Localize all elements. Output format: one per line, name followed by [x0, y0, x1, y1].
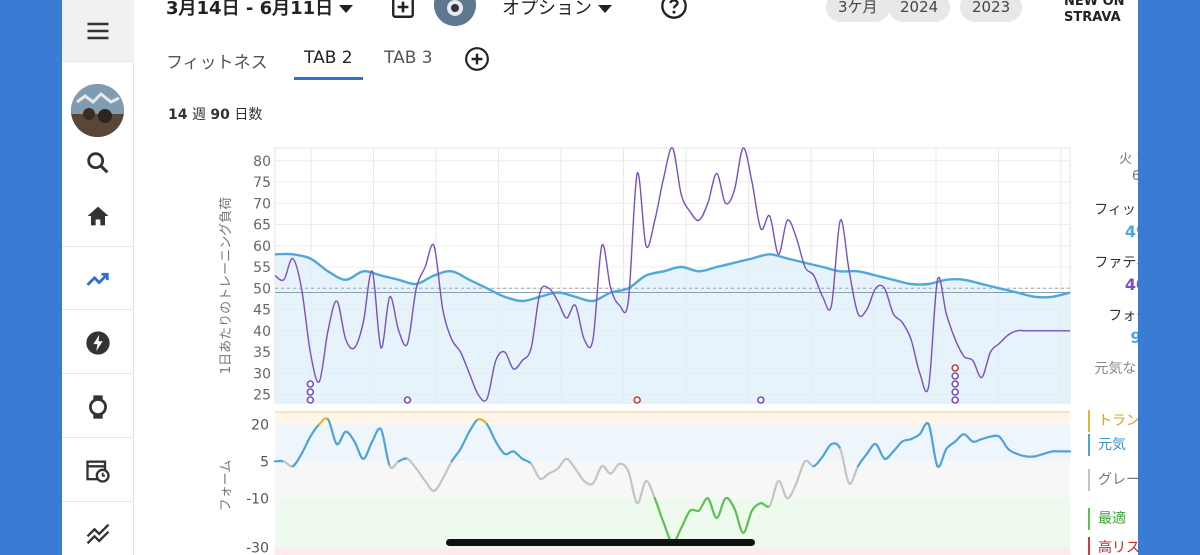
legend-fatigue-label: ファティーグ [1094, 255, 1138, 271]
y-tick-label: 40 [253, 324, 271, 340]
legend-fatigue-value: 40 [1125, 275, 1138, 294]
app-window: 3月14日 - 6月11日 オプション 3ケ月 2024 2023 NEW ON… [62, 0, 1138, 555]
legend-zone-label: 元気なゾーン [1094, 361, 1138, 377]
calendar-clock-icon [86, 460, 110, 483]
zone-label: 高リスク [1098, 539, 1138, 555]
zone-label-marker [1088, 469, 1090, 491]
activity-marker [306, 380, 315, 388]
y-tick-label: 70 [253, 196, 271, 212]
zone-label: 最適 [1098, 510, 1126, 527]
legend-form-label: フォーム [1108, 308, 1138, 324]
form-y-tick-label: -10 [246, 491, 269, 507]
y-tick-label: 65 [253, 218, 271, 234]
zone-label: グレーゾーン [1098, 472, 1138, 488]
search-icon [87, 152, 109, 174]
y-tick-label: 30 [253, 366, 271, 382]
legend-fitness-value: 49 [1125, 222, 1138, 241]
activity-marker [951, 364, 959, 372]
form-zone-band [275, 547, 1070, 555]
zone-label-marker [1088, 508, 1090, 530]
zone-label-marker [1088, 537, 1090, 555]
y-tick-label: 50 [253, 281, 271, 297]
form-line-segment [989, 434, 1001, 438]
y-tick-label: 60 [253, 239, 271, 255]
form-zone-band [275, 424, 1070, 462]
fitness-fatigue-chart[interactable]: 25 30 35 40 45 50 55 60 65 70 75 80 1日あたりのトレーニング負荷 [219, 147, 1071, 404]
y-tick-label: 80 [253, 154, 271, 170]
activity-marker [951, 388, 959, 396]
activity-marker [306, 396, 315, 404]
fitness-chart[interactable]: 2530354045505560657075801日あたりのトレーニング負荷 2… [124, 0, 1138, 555]
activity-marker [633, 396, 641, 404]
y-tick-label: 75 [253, 175, 271, 191]
y-tick-label: 35 [253, 345, 271, 361]
activity-marker [951, 372, 959, 380]
y-tick-label: 45 [253, 303, 271, 319]
trending-up-icon [86, 272, 109, 286]
zone-label-marker [1088, 410, 1090, 432]
zone-label: 元気 [1098, 437, 1126, 453]
legend-panel: 火 11 6 フィットネス 49 ファティーグ 40 フォーム 9 元気なゾーン [1094, 152, 1138, 377]
y-axis-label: 1日あたりのトレーニング負荷 [219, 197, 234, 374]
watch-icon [89, 394, 107, 419]
zone-label-marker [1088, 434, 1090, 456]
form-axis-label: フォーム [219, 460, 234, 512]
activity-marker [403, 396, 412, 404]
avatar[interactable] [71, 84, 124, 137]
form-chart[interactable]: 20 5 -10 -30 フォーム トランジション元気グレーゾーン最適高リスク [219, 410, 1138, 555]
zone-label: トランジション [1098, 413, 1138, 429]
legend-fitness-label: フィットネス [1094, 202, 1138, 218]
form-y-tick-label: -30 [246, 541, 269, 555]
bolt-icon [86, 330, 110, 355]
home-indicator [446, 539, 755, 546]
home-icon [87, 206, 109, 225]
form-zone-band [275, 412, 1070, 425]
activity-marker [951, 380, 959, 388]
legend-date-month: 6 [1132, 169, 1138, 184]
activity-marker [757, 396, 765, 404]
activity-marker [306, 388, 315, 396]
stacked-lines-icon [86, 523, 110, 545]
y-tick-label: 55 [253, 260, 271, 276]
activity-marker [951, 396, 959, 404]
y-tick-label: 25 [253, 388, 271, 404]
form-y-tick-label: 20 [251, 417, 269, 433]
legend-form-value: 9 [1130, 328, 1138, 347]
menu-icon [87, 22, 109, 39]
legend-date-day: 火 11 [1119, 152, 1138, 167]
form-y-tick-label: 5 [260, 454, 269, 470]
